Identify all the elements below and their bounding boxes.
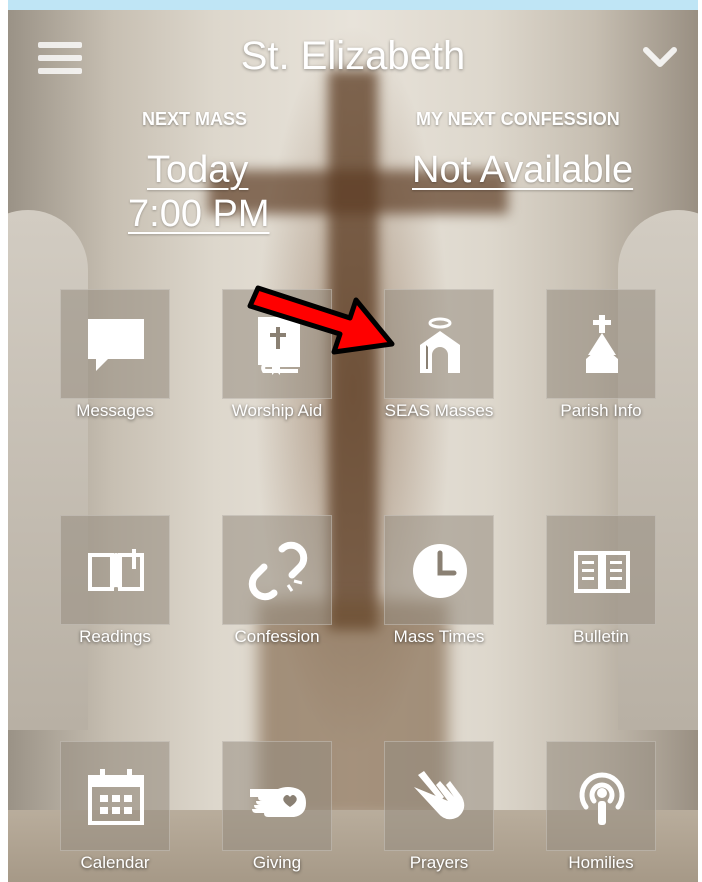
- next-mass-time-link[interactable]: 7:00 PM: [128, 192, 270, 236]
- broken-chain-icon: [248, 541, 308, 601]
- tile-label: SEAS Masses: [384, 401, 494, 420]
- praying-hands-icon: [414, 771, 465, 820]
- red-arrow-annotation: [247, 285, 395, 355]
- tile-calendar[interactable]: Calendar: [60, 741, 170, 881]
- tile-readings[interactable]: Readings: [60, 515, 170, 655]
- tile-label: Confession: [234, 627, 320, 646]
- tile-box: [60, 289, 170, 399]
- right-border: [698, 0, 702, 882]
- tile-box: [384, 515, 494, 625]
- tile-parish-info[interactable]: Parish Info: [546, 289, 656, 429]
- tile-messages[interactable]: Messages: [60, 289, 170, 429]
- tile-prayers[interactable]: Prayers: [384, 741, 494, 881]
- tile-label: Bulletin: [573, 627, 629, 646]
- tile-box: [546, 741, 656, 851]
- tile-box: [546, 515, 656, 625]
- tile-label: Parish Info: [560, 401, 642, 420]
- tile-seas-masses[interactable]: SEAS Masses: [384, 289, 494, 429]
- newspaper-book-icon: [574, 551, 630, 593]
- tile-box: [384, 741, 494, 851]
- tile-box: [222, 515, 332, 625]
- tile-box: [222, 741, 332, 851]
- status-bar-strip: [0, 0, 702, 10]
- tile-label: Calendar: [80, 853, 150, 872]
- tile-label: Worship Aid: [231, 401, 323, 420]
- next-mass-label: NEXT MASS: [142, 109, 248, 129]
- confession-label: MY NEXT CONFESSION: [416, 109, 620, 129]
- tile-bulletin[interactable]: Bulletin: [546, 515, 656, 655]
- tile-box: [546, 289, 656, 399]
- clock-icon: [413, 544, 467, 598]
- calendar-icon: [88, 769, 144, 825]
- tile-label: Messages: [76, 401, 154, 420]
- chevron-down-icon[interactable]: [642, 44, 678, 70]
- confession-value-link[interactable]: Not Available: [412, 148, 633, 192]
- hand-heart-icon: [250, 787, 306, 817]
- parish-title: St. Elizabeth: [240, 34, 466, 78]
- tile-giving[interactable]: Giving: [222, 741, 332, 881]
- podcast-icon: [579, 772, 625, 825]
- next-mass-day-link[interactable]: Today: [147, 148, 248, 192]
- tile-box: [60, 515, 170, 625]
- chat-bubble-icon: [88, 319, 144, 371]
- tile-label: Prayers: [409, 853, 469, 872]
- tile-label: Readings: [79, 627, 151, 646]
- tile-box: [60, 741, 170, 851]
- left-border: [0, 0, 8, 882]
- church-steeple-icon: [586, 315, 618, 373]
- tile-label: Giving: [252, 853, 302, 872]
- app-screen: St. Elizabeth NEXT MASS Today 7:00 PM MY…: [8, 10, 698, 882]
- tile-homilies[interactable]: Homilies: [546, 741, 656, 881]
- tile-box: [384, 289, 494, 399]
- app-header: St. Elizabeth: [8, 10, 698, 110]
- church-halo-icon: [420, 317, 460, 373]
- tile-label: Homilies: [568, 853, 634, 872]
- open-book-icon: [88, 549, 144, 591]
- tile-mass-times[interactable]: Mass Times: [384, 515, 494, 655]
- tile-label: Mass Times: [393, 627, 485, 646]
- tile-confession[interactable]: Confession: [222, 515, 332, 655]
